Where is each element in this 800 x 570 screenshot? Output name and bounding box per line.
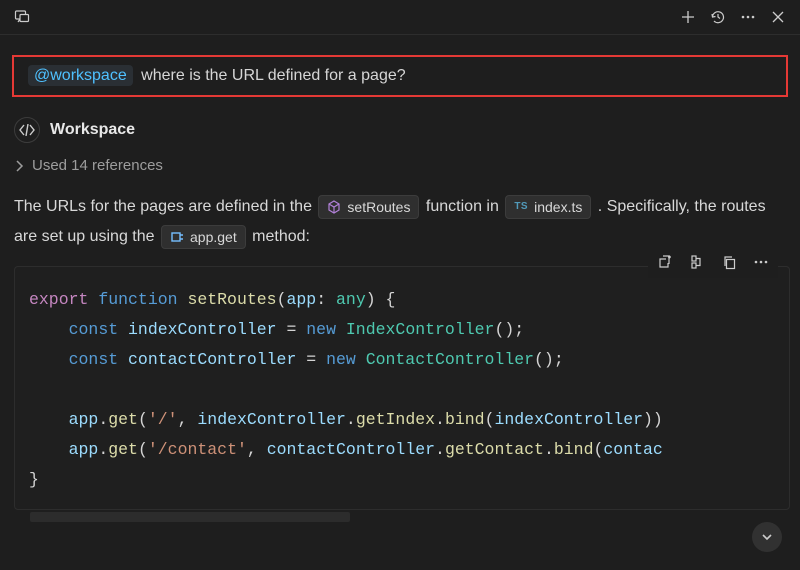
- user-message-highlight: @workspace where is the URL defined for …: [12, 55, 788, 97]
- code-more-button[interactable]: [746, 248, 776, 276]
- chevron-down-icon: [760, 530, 774, 544]
- chip-label: setRoutes: [347, 192, 410, 222]
- copy-button[interactable]: [714, 248, 744, 276]
- symbol-chip-appget[interactable]: app.get: [161, 225, 246, 249]
- references-label: Used 14 references: [32, 157, 163, 174]
- new-chat-button[interactable]: [674, 3, 702, 31]
- code-icon: [14, 117, 40, 143]
- code-block: export function setRoutes(app: any) { co…: [14, 266, 790, 522]
- symbol-chip-setroutes[interactable]: setRoutes: [318, 195, 419, 219]
- chat-panel-header: [0, 0, 800, 35]
- answer-fragment: function in: [426, 198, 499, 215]
- more-button[interactable]: [734, 3, 762, 31]
- references-toggle[interactable]: Used 14 references: [14, 157, 786, 174]
- answer-fragment: The URLs for the pages are defined in th…: [14, 198, 312, 215]
- close-button[interactable]: [764, 3, 792, 31]
- chip-label: app.get: [190, 222, 237, 252]
- insert-into-file-button[interactable]: [682, 248, 712, 276]
- agent-name: Workspace: [50, 121, 135, 139]
- code-content[interactable]: export function setRoutes(app: any) { co…: [14, 266, 790, 510]
- agent-header: Workspace: [14, 117, 786, 143]
- user-question-text: where is the URL defined for a page?: [141, 67, 405, 84]
- horizontal-scrollbar[interactable]: [30, 512, 350, 522]
- symbol-icon: [170, 231, 184, 243]
- comment-icon[interactable]: [8, 3, 36, 31]
- workspace-mention[interactable]: @workspace: [28, 65, 133, 86]
- scroll-down-button[interactable]: [752, 522, 782, 552]
- insert-at-cursor-button[interactable]: [650, 248, 680, 276]
- code-toolbar: [648, 246, 778, 278]
- answer-text: The URLs for the pages are defined in th…: [14, 192, 786, 252]
- history-button[interactable]: [704, 3, 732, 31]
- chip-label: index.ts: [534, 192, 582, 222]
- typescript-icon: TS: [514, 192, 528, 222]
- answer-fragment: method:: [252, 228, 310, 245]
- chevron-right-icon: [14, 159, 24, 173]
- package-icon: [327, 200, 341, 214]
- file-chip-indexts[interactable]: TS index.ts: [505, 195, 591, 219]
